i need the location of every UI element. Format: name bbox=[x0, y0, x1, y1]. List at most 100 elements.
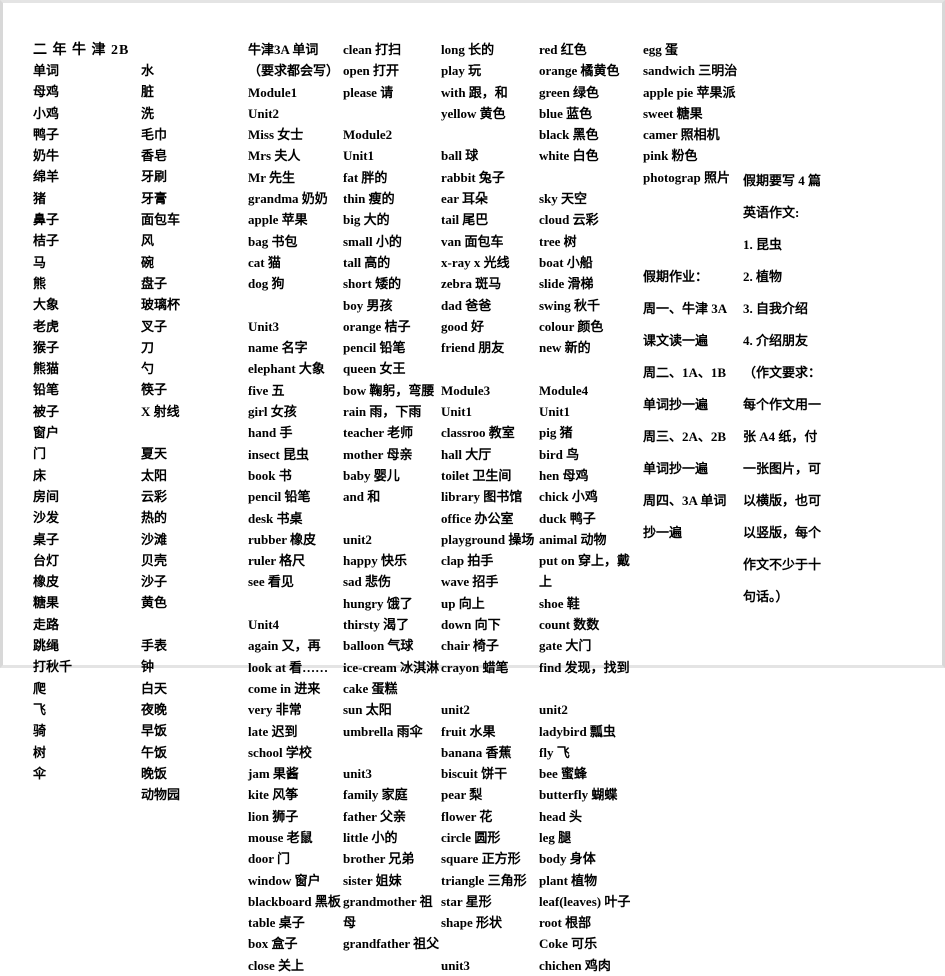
vocab-line: tall 高的 bbox=[343, 254, 391, 270]
chinese-word-line: 猪 bbox=[33, 190, 47, 206]
vocab-line: circle 圆形 bbox=[441, 829, 501, 845]
vocab-line: chichen 鸡肉 bbox=[539, 957, 611, 973]
vocab-line: down 向下 bbox=[441, 617, 501, 633]
vocab-line: short 矮的 bbox=[343, 276, 402, 292]
vocab-line bbox=[343, 508, 441, 529]
vocab-line: playground 操场 bbox=[441, 531, 535, 547]
notice-line: 英语作文: bbox=[743, 205, 800, 220]
vocab-line: sandwich 三明治 bbox=[643, 63, 738, 79]
vocab-line: Coke 可乐 bbox=[539, 936, 598, 952]
chinese-word-line: 云彩 bbox=[141, 488, 168, 504]
vocab-line: duck 鸭子 bbox=[539, 510, 596, 526]
vocab-line: pear 梨 bbox=[441, 787, 483, 803]
homework-block: 假期作业： 周一、牛津 3A 课文读一遍 周二、1A、1B 单词抄一遍 周三、2A、2B 单… bbox=[643, 261, 743, 549]
vocab-line: Miss 女士 bbox=[248, 127, 304, 143]
homework-line: 周二、1A、1B bbox=[643, 365, 727, 380]
vocab-line: banana 香蕉 bbox=[441, 744, 512, 760]
vocab-line: egg 蛋 bbox=[643, 42, 679, 57]
vocab-line: family 家庭 bbox=[343, 787, 408, 803]
chinese-word-line: 桔子 bbox=[33, 233, 60, 249]
chinese-word-line: 熊猫 bbox=[33, 361, 60, 377]
vocab-line: crayon 蜡笔 bbox=[441, 659, 509, 675]
homework-line: 周四、3A 单词 bbox=[643, 493, 727, 508]
vocab-line: Unit4 bbox=[248, 617, 280, 633]
chinese-word-line: 熊 bbox=[33, 275, 47, 291]
chinese-word-line: 勺 bbox=[141, 361, 155, 377]
vocab-line: brother 兄弟 bbox=[343, 851, 415, 867]
vocab-line: cat 猫 bbox=[248, 254, 281, 270]
vocab-line: five 五 bbox=[248, 382, 285, 398]
vocab-line: table 桌子 bbox=[248, 915, 305, 931]
chinese-word-line: 橡皮 bbox=[33, 574, 60, 590]
chinese-word-line: 树 bbox=[33, 744, 47, 760]
notice-line: 3. 自我介绍 bbox=[743, 301, 809, 316]
vocab-line: mother 母亲 bbox=[343, 446, 413, 462]
chinese-word-line: 房间 bbox=[33, 488, 60, 504]
vocab-line: pencil 铅笔 bbox=[343, 340, 406, 356]
vocab-line: green 绿色 bbox=[539, 84, 600, 100]
column-oxford3a-5: egg 蛋 sandwich 三明治 apple pie 苹果派 sweet 糖果 ca… bbox=[643, 39, 743, 188]
notice-line: 以竖版，每个 bbox=[743, 525, 822, 540]
vocab-line bbox=[441, 124, 537, 145]
vocab-line: Mr 先生 bbox=[248, 169, 296, 185]
vocab-line: boy 男孩 bbox=[343, 297, 393, 313]
chinese-word-line: 筷子 bbox=[141, 382, 168, 398]
column-chinese-words-2: 水脏洗毛巾 香皂 牙刷 牙膏 面包车风碗盘子 玻璃杯 叉子刀勺筷子 X 射线 夏天 太阳 云彩 热的沙… bbox=[141, 60, 246, 805]
chinese-word-line: 糖果 bbox=[33, 595, 60, 611]
chinese-word-line bbox=[141, 614, 246, 635]
vocab-line: Unit2 bbox=[248, 105, 280, 121]
vocab-line: chick 小鸡 bbox=[539, 489, 598, 505]
chinese-word-line: 盘子 bbox=[141, 275, 168, 291]
vocab-line: sun 太阳 bbox=[343, 702, 392, 718]
chinese-word-line: 沙发 bbox=[33, 510, 60, 526]
vocab-line: root 根部 bbox=[539, 915, 592, 931]
vocab-line: insect 昆虫 bbox=[248, 446, 310, 462]
vocab-line: wave 招手 bbox=[441, 574, 499, 590]
vocab-line: hen 母鸡 bbox=[539, 467, 589, 483]
notice-line: 4. 介绍朋友 bbox=[743, 333, 809, 348]
vocab-line: clean 打扫 bbox=[343, 42, 402, 57]
notice-line: 2. 植物 bbox=[743, 269, 783, 284]
vocab-line: kite 风筝 bbox=[248, 787, 299, 803]
vocab-line: unit3 bbox=[343, 766, 372, 782]
vocab-line: 牛津3A 单词 bbox=[248, 42, 319, 57]
chinese-word-line: 午饭 bbox=[141, 744, 168, 760]
vocab-line: play 玩 bbox=[441, 63, 482, 79]
vocab-line: shape 形状 bbox=[441, 915, 503, 931]
vocab-line: very 非常 bbox=[248, 702, 302, 718]
vocab-line: Module4 bbox=[539, 382, 589, 398]
vocab-line: jam 果酱 bbox=[248, 766, 299, 782]
chinese-word-line: 风 bbox=[141, 233, 155, 249]
chinese-word-line: 打秋千 bbox=[33, 659, 73, 675]
chinese-word-line: 马 bbox=[33, 254, 47, 270]
chinese-word-line: 小鸡 bbox=[33, 105, 60, 121]
chinese-word-line: 面包车 bbox=[141, 212, 181, 228]
vocab-line: school 学校 bbox=[248, 744, 312, 760]
vocab-line: animal 动物 bbox=[539, 531, 607, 547]
vocab-line: book 书 bbox=[248, 467, 292, 483]
chinese-word-line: 奶牛 bbox=[33, 148, 60, 164]
vocab-line: unit2 bbox=[441, 702, 470, 718]
chinese-word-line: 玻璃杯 bbox=[141, 297, 181, 313]
chinese-word-line: 跳绳 bbox=[33, 638, 60, 654]
vocab-line: shoe 鞋 bbox=[539, 595, 580, 611]
vocab-line: colour 颜色 bbox=[539, 318, 604, 334]
chinese-word-line: 早饭 bbox=[141, 723, 168, 739]
vocab-line: orange 橘黄色 bbox=[539, 63, 620, 79]
vocab-line bbox=[539, 167, 637, 188]
vocab-line: put on 穿上，戴上 bbox=[539, 553, 631, 590]
vocab-line: long 长的 bbox=[441, 42, 495, 57]
notice-line: 一张图片，可 bbox=[743, 461, 822, 476]
vocab-line: star 星形 bbox=[441, 893, 492, 909]
vocab-line: Module1 bbox=[248, 84, 298, 100]
vocab-line: small 小的 bbox=[343, 233, 402, 249]
vocab-line: cake 蛋糕 bbox=[343, 680, 398, 696]
vocab-line: come in 进来 bbox=[248, 680, 321, 696]
vocab-line: square 正方形 bbox=[441, 851, 521, 867]
vocab-line: ruler 格尺 bbox=[248, 553, 306, 569]
vocab-line: grandma 奶奶 bbox=[248, 191, 328, 207]
vocab-line: window 窗户 bbox=[248, 872, 321, 888]
vocab-line: Module2 bbox=[343, 127, 393, 143]
vocab-line bbox=[539, 358, 637, 379]
chinese-word-line: 铅笔 bbox=[33, 382, 60, 398]
